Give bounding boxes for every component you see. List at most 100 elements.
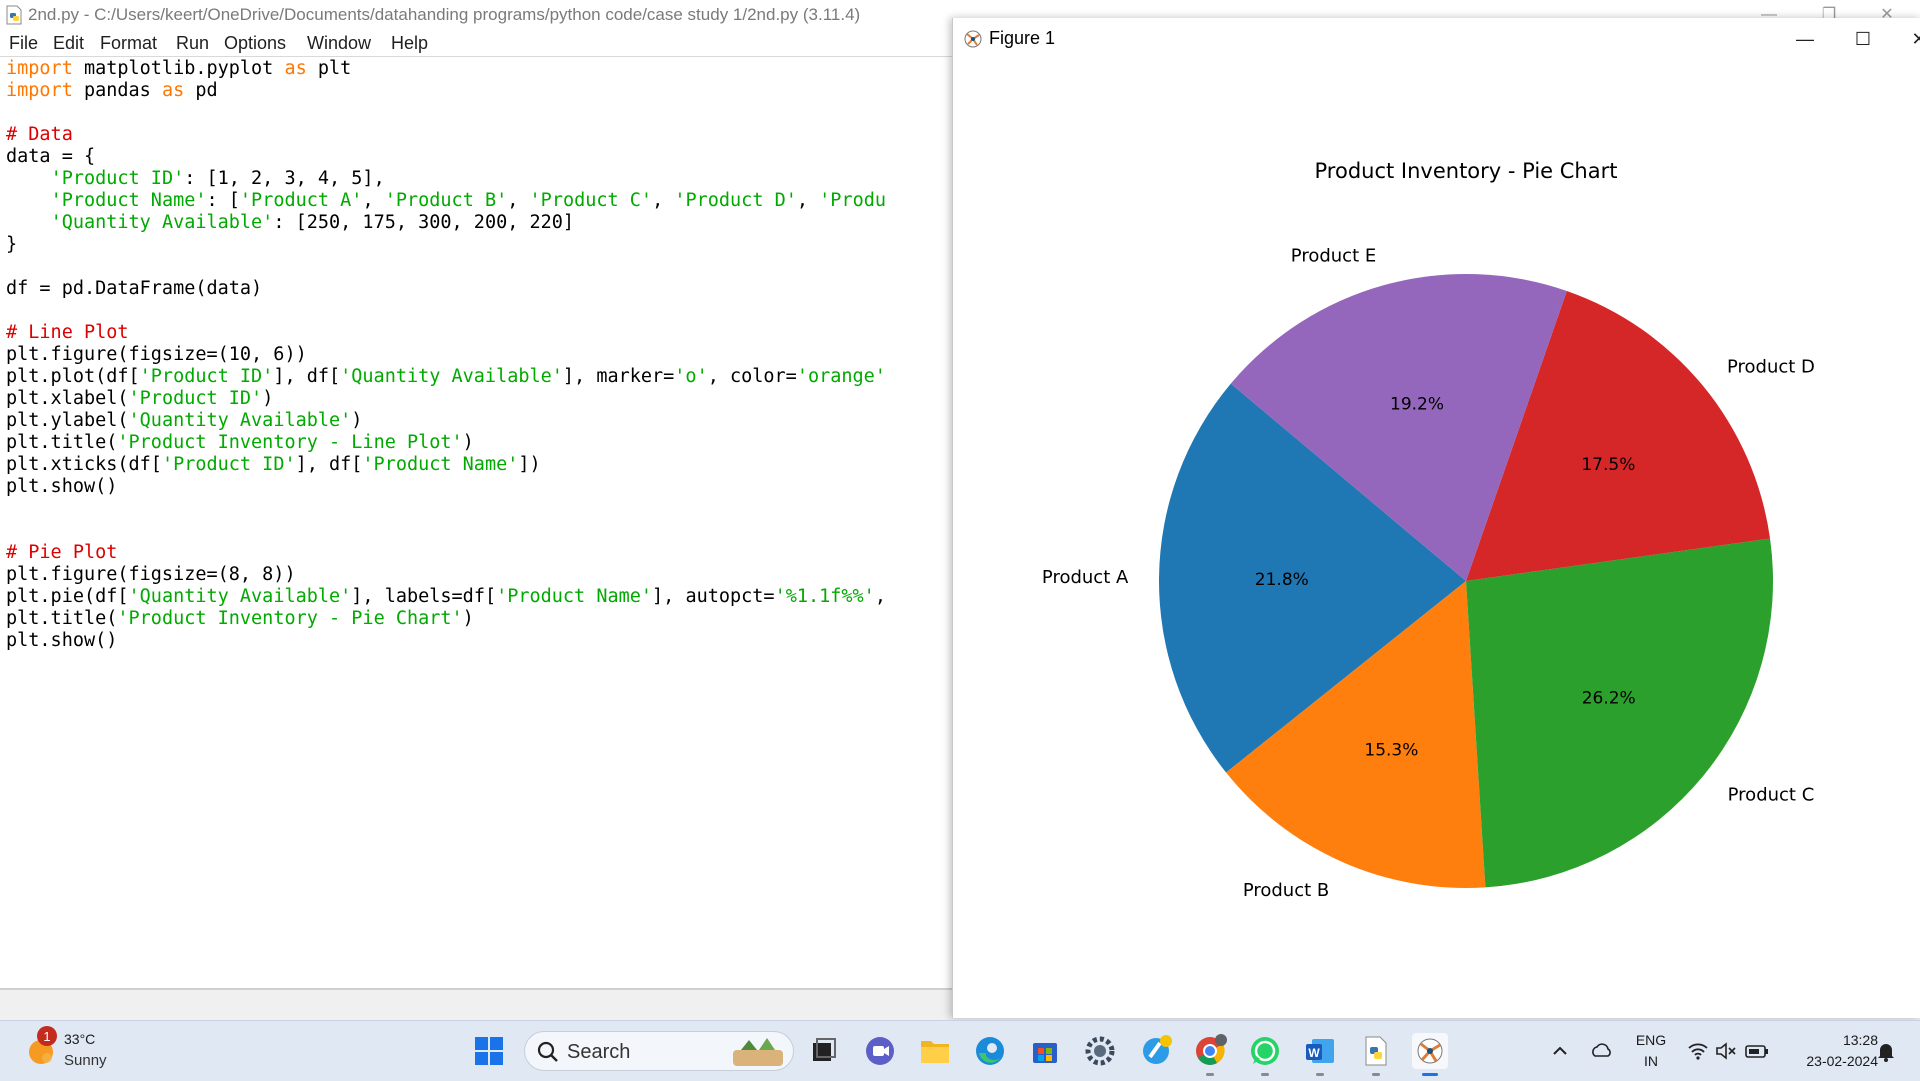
volume-muted-icon[interactable] bbox=[1714, 1039, 1738, 1063]
battery-icon[interactable] bbox=[1744, 1039, 1770, 1063]
code-token: plt bbox=[306, 58, 352, 79]
chrome-browser-icon[interactable] bbox=[1190, 1031, 1230, 1071]
weather-description[interactable]: Sunny bbox=[64, 1052, 107, 1069]
code-line[interactable]: # Line Plot bbox=[6, 322, 954, 344]
code-line[interactable]: data = { bbox=[6, 146, 954, 168]
code-token: ], df[ bbox=[273, 366, 341, 387]
code-line[interactable]: import pandas as pd bbox=[6, 80, 954, 102]
code-editor[interactable]: import matplotlib.pyplot as plt import pa… bbox=[6, 58, 954, 988]
code-token: } bbox=[6, 234, 18, 255]
code-token: , bbox=[796, 190, 820, 211]
code-line[interactable] bbox=[6, 256, 954, 278]
onedrive-sync-icon[interactable] bbox=[1590, 1039, 1614, 1063]
notification-bell-icon[interactable] bbox=[1874, 1039, 1898, 1063]
code-line[interactable]: # Data bbox=[6, 124, 954, 146]
wifi-icon[interactable] bbox=[1686, 1039, 1710, 1063]
code-line[interactable]: plt.xticks(df['Product ID'], df['Product… bbox=[6, 454, 954, 476]
code-token: '%1.1f%%' bbox=[774, 586, 875, 607]
figure-maximize-button[interactable]: ☐ bbox=[1843, 24, 1883, 54]
editor-bottom-border bbox=[0, 988, 954, 990]
code-line[interactable]: 'Product Name': ['Product A', 'Product B… bbox=[6, 190, 954, 212]
running-indicator bbox=[1372, 1073, 1380, 1076]
taskbar-search-box[interactable]: Search bbox=[524, 1031, 794, 1071]
pie-chart: Product Inventory - Pie Chart 21.8% 15.3%… bbox=[1042, 159, 1815, 901]
code-line[interactable]: 'Quantity Available': [250, 175, 300, 20… bbox=[6, 212, 954, 234]
code-token: , bbox=[652, 190, 675, 211]
code-token: import bbox=[6, 58, 73, 79]
code-line[interactable]: plt.ylabel('Quantity Available') bbox=[6, 410, 954, 432]
figure-minimize-button[interactable]: — bbox=[1785, 24, 1825, 54]
file-explorer-icon[interactable] bbox=[915, 1031, 955, 1071]
code-token: , color= bbox=[707, 366, 797, 387]
code-token: plt.show() bbox=[6, 630, 118, 651]
code-token: plt.figure(figsize=(10, 6)) bbox=[6, 344, 307, 365]
code-line[interactable]: } bbox=[6, 234, 954, 256]
notification-badge-icon: 1 bbox=[37, 1026, 57, 1046]
search-label: Search bbox=[567, 1041, 631, 1063]
code-token: data = { bbox=[6, 146, 96, 167]
code-line[interactable] bbox=[6, 498, 954, 520]
code-line[interactable]: plt.show() bbox=[6, 476, 954, 498]
code-line[interactable]: df = pd.DataFrame(data) bbox=[6, 278, 954, 300]
code-line[interactable]: # Pie Plot bbox=[6, 542, 954, 564]
python-idle-icon[interactable] bbox=[1356, 1031, 1396, 1071]
code-line[interactable]: plt.figure(figsize=(10, 6)) bbox=[6, 344, 954, 366]
whatsapp-icon[interactable] bbox=[1245, 1031, 1285, 1071]
code-line[interactable]: import matplotlib.pyplot as plt bbox=[6, 58, 954, 80]
menu-format[interactable]: Format bbox=[100, 33, 157, 54]
code-token: as bbox=[284, 58, 307, 79]
copilot-icon[interactable] bbox=[1136, 1031, 1176, 1071]
clock-time[interactable]: 13:28 bbox=[1782, 1032, 1878, 1048]
code-token: plt.ylabel( bbox=[6, 410, 129, 431]
menu-window[interactable]: Window bbox=[307, 33, 371, 54]
code-token: # Line Plot bbox=[6, 322, 129, 343]
code-token: plt.title( bbox=[6, 432, 118, 453]
matplotlib-icon bbox=[964, 30, 982, 48]
menu-edit[interactable]: Edit bbox=[53, 33, 84, 54]
code-token: 'Product A' bbox=[239, 190, 363, 211]
code-token: 'Product Name' bbox=[362, 454, 519, 475]
microsoft-store-icon[interactable] bbox=[1025, 1031, 1065, 1071]
word-icon[interactable]: W bbox=[1300, 1031, 1340, 1071]
code-line[interactable]: plt.xlabel('Product ID') bbox=[6, 388, 954, 410]
matplotlib-figure-icon[interactable] bbox=[1410, 1031, 1450, 1071]
figure-window: Figure 1 — ☐ ✕ Product Inventory - Pie C… bbox=[952, 18, 1920, 1018]
code-line[interactable] bbox=[6, 300, 954, 322]
code-line[interactable]: plt.figure(figsize=(8, 8)) bbox=[6, 564, 954, 586]
pie-percent-label: 26.2% bbox=[1582, 688, 1636, 708]
pie-category-label: Product D bbox=[1727, 357, 1815, 378]
code-line[interactable]: plt.pie(df['Quantity Available'], labels… bbox=[6, 586, 954, 608]
code-token: 'Product Name' bbox=[496, 586, 653, 607]
code-token: 'Product C' bbox=[529, 190, 653, 211]
menu-options[interactable]: Options bbox=[224, 33, 286, 54]
code-line[interactable]: plt.show() bbox=[6, 630, 954, 652]
menu-run[interactable]: Run bbox=[176, 33, 209, 54]
chevron-up-icon[interactable] bbox=[1550, 1041, 1570, 1061]
clock-date[interactable]: 23-02-2024 bbox=[1782, 1053, 1878, 1069]
menu-help[interactable]: Help bbox=[391, 33, 428, 54]
running-indicator bbox=[1206, 1073, 1214, 1076]
menu-file[interactable]: File bbox=[9, 33, 38, 54]
code-line[interactable] bbox=[6, 520, 954, 542]
code-line[interactable] bbox=[6, 102, 954, 124]
code-line[interactable]: plt.plot(df['Product ID'], df['Quantity … bbox=[6, 366, 954, 388]
figure-close-button[interactable]: ✕ bbox=[1899, 24, 1920, 54]
code-token: plt.show() bbox=[6, 476, 118, 497]
code-line[interactable]: plt.title('Product Inventory - Pie Chart… bbox=[6, 608, 954, 630]
code-line[interactable]: plt.title('Product Inventory - Line Plot… bbox=[6, 432, 954, 454]
task-view-icon[interactable] bbox=[803, 1031, 843, 1071]
video-meeting-icon[interactable] bbox=[860, 1031, 900, 1071]
pie-percent-label: 17.5% bbox=[1581, 455, 1635, 475]
code-token: 'o' bbox=[674, 366, 708, 387]
code-line[interactable]: 'Product ID': [1, 2, 3, 4, 5], bbox=[6, 168, 954, 190]
code-token: plt.xlabel( bbox=[6, 388, 129, 409]
settings-gear-icon[interactable] bbox=[1080, 1031, 1120, 1071]
weather-temperature[interactable]: 33°C bbox=[64, 1031, 95, 1047]
windows-start-icon[interactable] bbox=[469, 1031, 509, 1071]
edge-browser-icon[interactable] bbox=[970, 1031, 1010, 1071]
code-token: : [1, 2, 3, 4, 5], bbox=[184, 168, 385, 189]
region-indicator[interactable]: IN bbox=[1634, 1053, 1668, 1069]
language-indicator[interactable]: ENG bbox=[1634, 1032, 1668, 1048]
